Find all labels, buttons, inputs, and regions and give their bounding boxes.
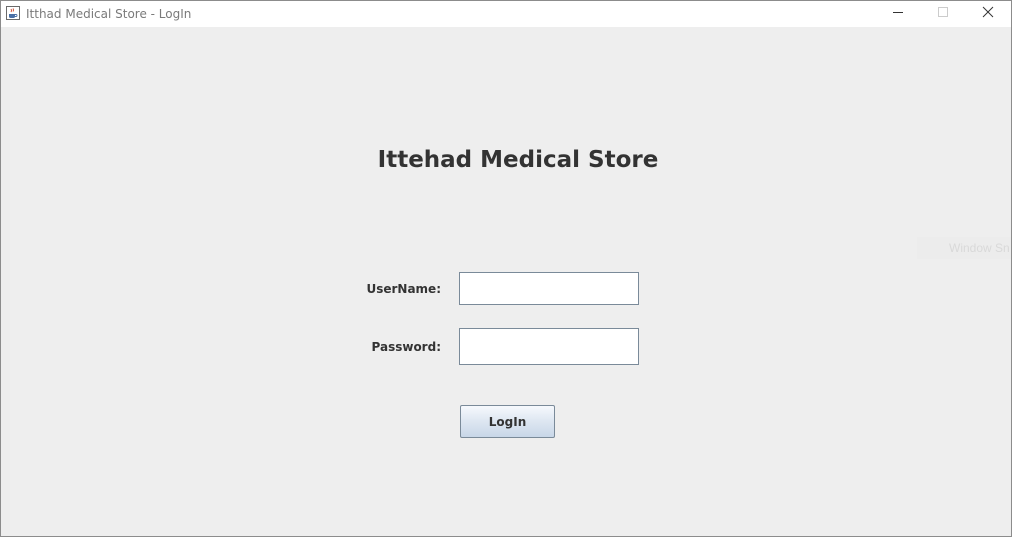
login-button[interactable]: LogIn xyxy=(460,405,555,438)
maximize-button[interactable] xyxy=(920,1,966,27)
username-field[interactable] xyxy=(459,272,639,305)
window-title: Itthad Medical Store - LogIn xyxy=(26,7,192,21)
username-label: UserName: xyxy=(366,282,441,296)
store-heading: Ittehad Medical Store xyxy=(377,147,659,173)
login-window: Itthad Medical Store - LogIn Ittehad Med… xyxy=(0,0,1012,537)
close-icon xyxy=(982,5,994,23)
close-button[interactable] xyxy=(965,1,1011,27)
window-snap-hint: Window Sn xyxy=(917,237,1011,259)
password-field[interactable] xyxy=(459,328,639,365)
java-coffee-cup-icon xyxy=(6,6,20,20)
minimize-icon xyxy=(892,5,904,23)
maximize-icon xyxy=(937,5,949,23)
login-panel: Ittehad Medical Store UserName: Password… xyxy=(1,27,1011,536)
title-bar[interactable]: Itthad Medical Store - LogIn xyxy=(1,1,1011,27)
password-label: Password: xyxy=(371,340,442,354)
minimize-button[interactable] xyxy=(875,1,921,27)
